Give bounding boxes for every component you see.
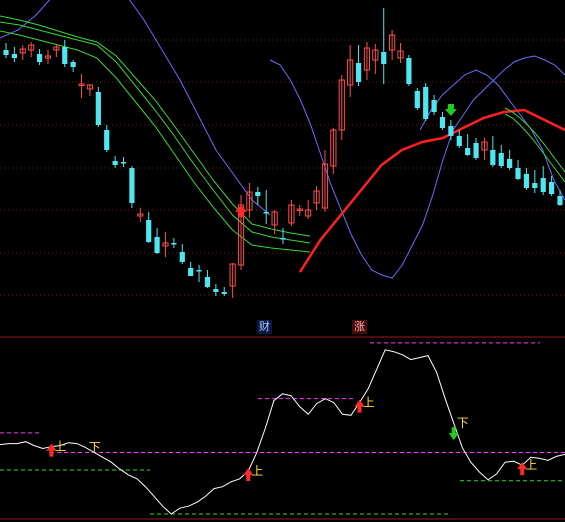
boll-upper-left bbox=[0, 0, 271, 216]
candle-body-down bbox=[490, 150, 496, 165]
candle-body-down bbox=[255, 192, 261, 196]
candle-body-down bbox=[498, 153, 504, 166]
moving-averages bbox=[0, 15, 565, 253]
candle-body-down bbox=[36, 54, 43, 62]
candle-body-down bbox=[129, 168, 135, 203]
candle-body-down bbox=[456, 136, 462, 146]
candle-body-down bbox=[355, 63, 362, 82]
signal-arrows bbox=[235, 104, 457, 217]
indicator-label: 上 bbox=[251, 464, 263, 478]
candle-body-down bbox=[423, 87, 429, 119]
candlesticks bbox=[3, 8, 563, 298]
candle-body-down bbox=[196, 270, 202, 272]
candle-body-down bbox=[406, 58, 412, 84]
candle-body-down bbox=[473, 143, 479, 158]
candle-body-down bbox=[221, 292, 227, 294]
sell-arrow bbox=[444, 104, 457, 116]
candle-body-down bbox=[439, 117, 446, 128]
indicator-labels: 上下上上下上 bbox=[46, 396, 537, 482]
candle-body-down bbox=[3, 50, 9, 55]
candle-body-down bbox=[532, 183, 538, 188]
candle-body-down bbox=[204, 277, 211, 287]
candle-body-down bbox=[11, 54, 17, 58]
candle-body-down bbox=[112, 161, 118, 165]
candle-body-down bbox=[414, 91, 420, 108]
candle-body-down bbox=[171, 243, 177, 245]
candle-body-down bbox=[465, 148, 471, 155]
indicator-label: 下 bbox=[89, 441, 101, 455]
candle-body-down bbox=[549, 182, 555, 194]
candle-body-down bbox=[557, 196, 563, 205]
candle-body-down bbox=[540, 178, 546, 192]
candle-body-down bbox=[95, 92, 101, 125]
candle-body-down bbox=[70, 62, 76, 67]
boll-mid bbox=[298, 108, 565, 273]
buy-arrow bbox=[235, 205, 248, 217]
candle-body-down bbox=[154, 237, 160, 253]
indicator-levels bbox=[0, 342, 565, 515]
stock-chart: 上下上上下上 bbox=[0, 0, 565, 520]
annotation-zhang: 涨 bbox=[352, 320, 367, 334]
ma-line bbox=[0, 30, 311, 253]
candle-body-down bbox=[381, 52, 387, 64]
indicator-label: 上 bbox=[363, 396, 375, 410]
candle-body-down bbox=[431, 100, 437, 112]
candle-body-down bbox=[280, 238, 286, 240]
oscillator-line bbox=[0, 349, 565, 515]
candle-body-down bbox=[448, 126, 454, 136]
indicator-label: 上 bbox=[54, 440, 66, 454]
price-gridlines bbox=[0, 39, 565, 296]
candle-body-down bbox=[179, 252, 185, 262]
candle-body-down bbox=[523, 174, 530, 188]
candle-body-down bbox=[213, 289, 219, 292]
annotation-cai: 财 bbox=[257, 320, 272, 334]
candle-body-down bbox=[515, 168, 521, 179]
candle-body-down bbox=[507, 159, 513, 168]
ma-line-right bbox=[504, 107, 565, 173]
candle-body-down bbox=[62, 47, 68, 64]
candle-body-down bbox=[104, 130, 110, 150]
candle-body-down bbox=[263, 212, 269, 214]
candle-body-down bbox=[188, 268, 194, 276]
oscillator-series bbox=[0, 349, 565, 515]
candle-body-down bbox=[120, 162, 127, 164]
candle-body-down bbox=[146, 220, 152, 242]
indicator-label: 上 bbox=[525, 458, 537, 472]
indicator-label: 下 bbox=[457, 416, 469, 430]
